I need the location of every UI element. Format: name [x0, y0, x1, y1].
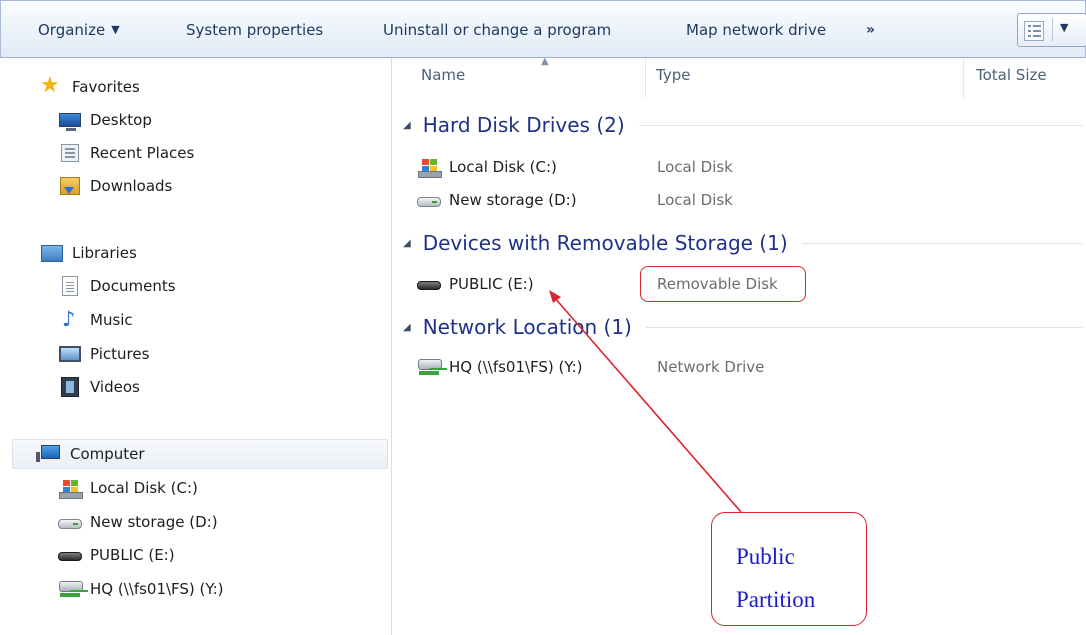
chevron-down-icon: ▼	[111, 23, 120, 36]
nav-item-public-e[interactable]: PUBLIC (E:)	[58, 540, 175, 570]
removable-disk-highlight-box	[640, 266, 806, 302]
item-type: Network Drive	[657, 358, 765, 376]
uninstall-program-button[interactable]: Uninstall or change a program	[383, 21, 611, 39]
nav-item-label: Recent Places	[90, 144, 195, 162]
group-header-network-location[interactable]: ◢ Network Location (1)	[403, 312, 1083, 342]
videos-icon	[58, 376, 82, 398]
map-network-drive-button[interactable]: Map network drive	[686, 21, 826, 39]
group-divider-line	[645, 326, 1083, 328]
nav-item-local-disk-c[interactable]: Local Disk (C:)	[58, 473, 198, 503]
recent-places-icon	[58, 142, 82, 164]
view-button-separator	[1052, 18, 1053, 42]
nav-computer-label: Computer	[70, 445, 145, 463]
public-partition-callout: Public Partition	[711, 512, 867, 626]
callout-line-2: Partition	[736, 587, 816, 612]
nav-item-documents[interactable]: Documents	[58, 271, 176, 301]
nav-item-downloads[interactable]: Downloads	[58, 171, 172, 201]
nav-item-label: HQ (\\fs01\FS) (Y:)	[90, 580, 224, 598]
hard-drive-icon	[417, 189, 443, 211]
organize-button[interactable]: Organize ▼	[38, 21, 120, 39]
item-name: PUBLIC (E:)	[449, 275, 534, 293]
more-commands-button[interactable]: »	[866, 22, 875, 38]
nav-item-desktop[interactable]: Desktop	[58, 105, 152, 135]
callout-line-1: Public	[736, 544, 795, 569]
nav-favorites[interactable]: ★ Favorites	[40, 72, 140, 102]
item-name: HQ (\\fs01\FS) (Y:)	[449, 358, 583, 376]
nav-item-label: Videos	[90, 378, 140, 396]
nav-item-label: Pictures	[90, 345, 150, 363]
star-icon: ★	[40, 73, 60, 98]
nav-favorites-label: Favorites	[72, 78, 140, 96]
group-title: Network Location (1)	[422, 315, 632, 339]
list-item-public-e[interactable]: PUBLIC (E:)	[417, 269, 534, 299]
view-details-icon	[1024, 21, 1044, 41]
nav-item-label: New storage (D:)	[90, 513, 218, 531]
music-icon: ♪	[62, 307, 76, 331]
group-divider-line	[801, 242, 1083, 244]
windows-drive-icon	[58, 477, 83, 499]
nav-item-label: PUBLIC (E:)	[90, 546, 175, 564]
removable-drive-icon	[417, 273, 443, 295]
desktop-icon	[58, 109, 82, 131]
nav-computer[interactable]: Computer	[12, 439, 388, 469]
navigation-pane: ★ Favorites Desktop Recent Places Downlo…	[0, 58, 392, 635]
nav-item-label: Documents	[90, 277, 176, 295]
item-type: Local Disk	[657, 191, 733, 209]
hard-drive-icon	[58, 511, 82, 533]
list-item-new-storage-d[interactable]: New storage (D:)	[417, 185, 577, 215]
system-properties-button[interactable]: System properties	[186, 21, 323, 39]
item-name: Local Disk (C:)	[449, 158, 557, 176]
pictures-icon	[58, 343, 82, 365]
command-bar: Organize ▼ System properties Uninstall or…	[0, 0, 1086, 58]
collapse-triangle-icon[interactable]: ◢	[403, 120, 411, 131]
nav-item-pictures[interactable]: Pictures	[58, 339, 149, 369]
change-view-button[interactable]: ▼	[1017, 13, 1086, 47]
chevron-down-icon[interactable]: ▼	[1060, 21, 1068, 34]
column-divider[interactable]	[645, 58, 646, 98]
documents-icon	[58, 275, 82, 297]
nav-item-label: Desktop	[90, 111, 152, 129]
sort-ascending-icon: ▲	[541, 56, 549, 67]
nav-item-label: Downloads	[90, 177, 173, 195]
column-header-name[interactable]: Name	[421, 66, 465, 84]
group-header-hard-disk-drives[interactable]: ◢ Hard Disk Drives (2)	[403, 110, 1083, 140]
removable-drive-icon	[58, 544, 82, 566]
nav-item-label: Music	[90, 311, 133, 329]
nav-item-videos[interactable]: Videos	[58, 372, 140, 402]
network-drive-icon	[58, 578, 83, 600]
collapse-triangle-icon[interactable]: ◢	[403, 238, 411, 249]
column-header-type[interactable]: Type	[656, 66, 690, 84]
item-name: New storage (D:)	[449, 191, 577, 209]
libraries-icon	[40, 242, 64, 264]
windows-drive-icon	[417, 156, 443, 178]
nav-item-music[interactable]: ♪ Music	[58, 305, 133, 335]
nav-item-new-storage-d[interactable]: New storage (D:)	[58, 507, 218, 537]
column-divider[interactable]	[963, 58, 964, 98]
group-title: Hard Disk Drives (2)	[422, 113, 625, 137]
organize-label: Organize	[38, 21, 106, 39]
group-divider-line	[638, 124, 1083, 126]
collapse-triangle-icon[interactable]: ◢	[403, 322, 411, 333]
item-type: Local Disk	[657, 158, 733, 176]
nav-libraries[interactable]: Libraries	[40, 238, 137, 268]
nav-libraries-label: Libraries	[72, 244, 137, 262]
network-drive-icon	[417, 356, 443, 378]
computer-icon	[36, 443, 62, 465]
column-header-total-size[interactable]: Total Size	[976, 66, 1047, 84]
nav-item-hq-y[interactable]: HQ (\\fs01\FS) (Y:)	[58, 574, 223, 604]
nav-item-label: Local Disk (C:)	[90, 479, 198, 497]
nav-item-recent-places[interactable]: Recent Places	[58, 138, 194, 168]
downloads-folder-icon	[58, 175, 82, 197]
list-item-hq-y[interactable]: HQ (\\fs01\FS) (Y:)	[417, 352, 582, 382]
group-header-removable-storage[interactable]: ◢ Devices with Removable Storage (1)	[403, 228, 1083, 258]
list-item-local-disk-c[interactable]: Local Disk (C:)	[417, 152, 557, 182]
group-title: Devices with Removable Storage (1)	[422, 231, 788, 255]
